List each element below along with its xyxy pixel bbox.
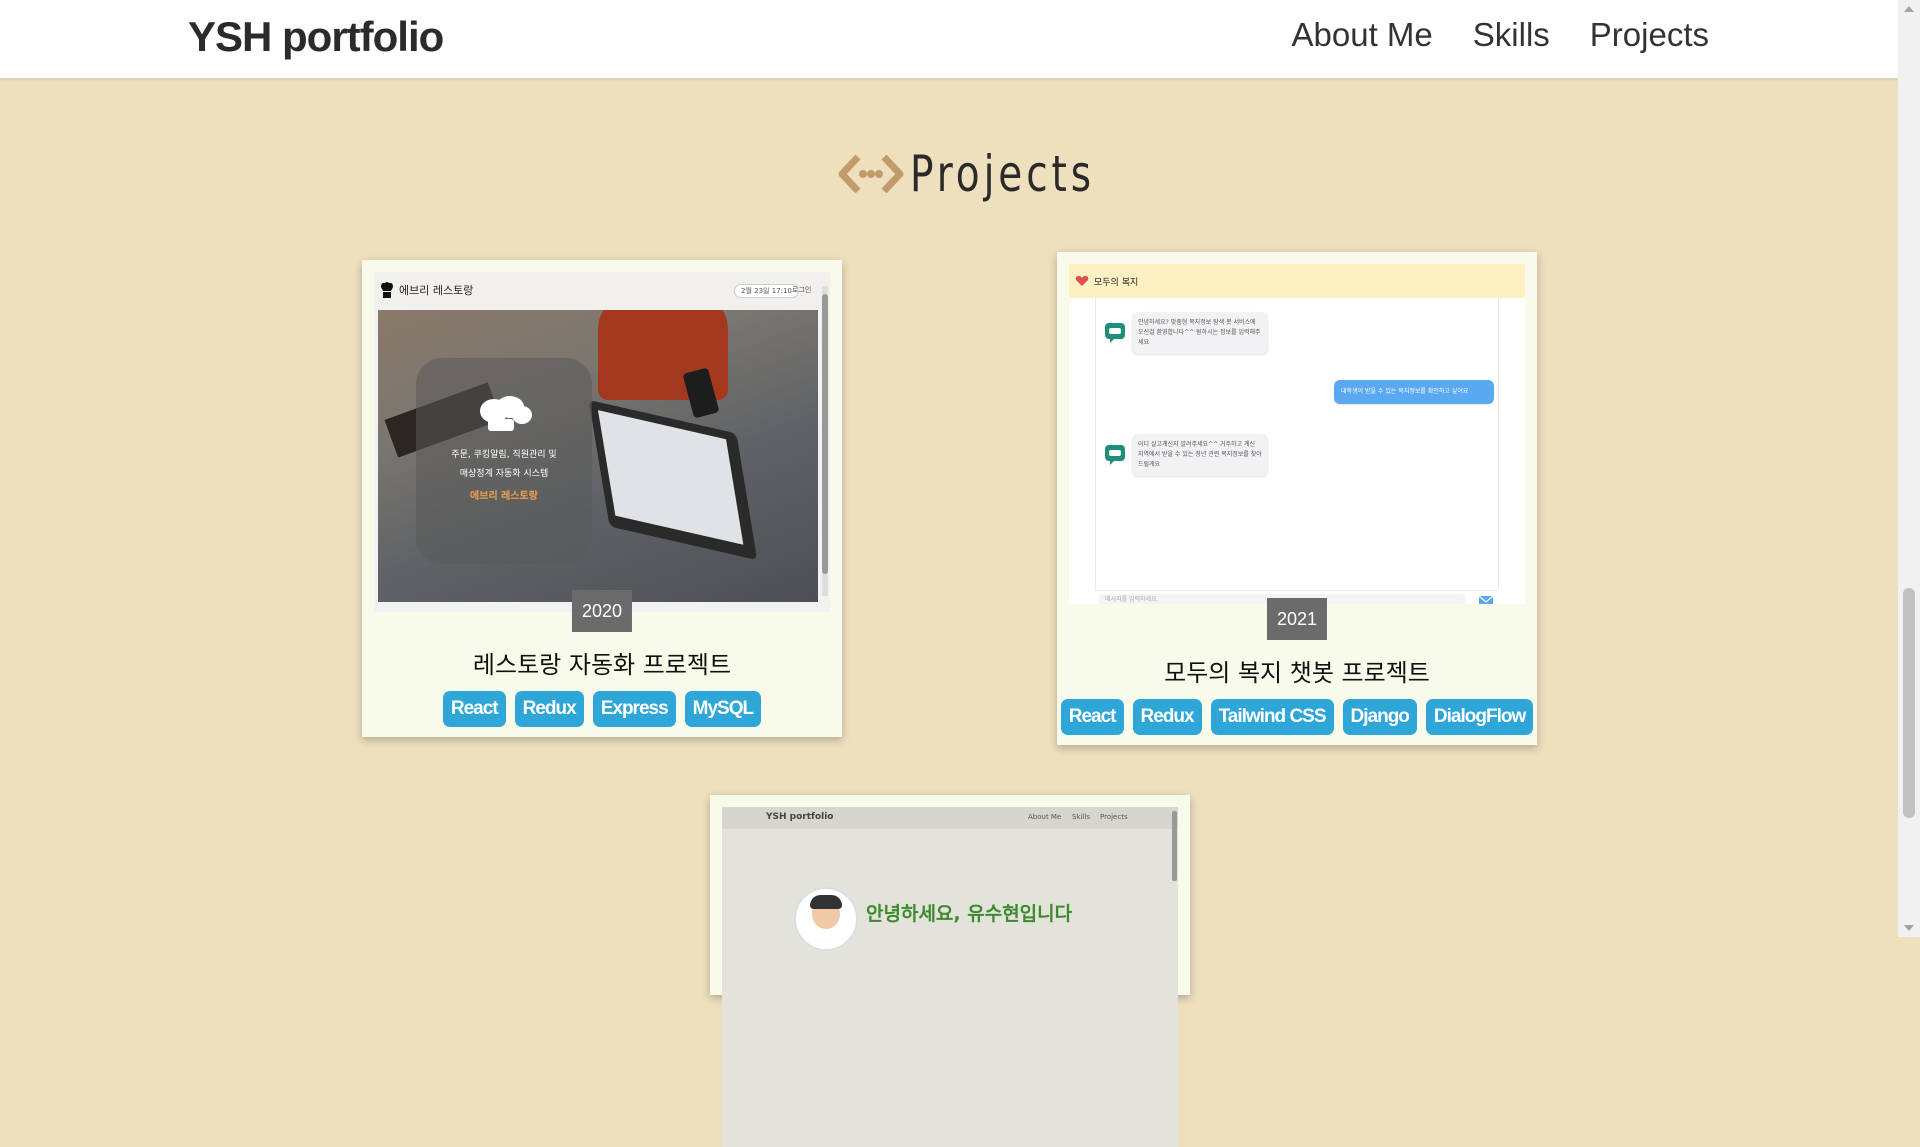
tech-tag: Express [592,691,676,727]
tech-tag: Django [1342,699,1417,735]
project-card-portfolio[interactable]: YSH portfolio About Me Skills Projects 안… [710,795,1190,1147]
mini-nav-skills: Skills [1072,813,1090,821]
chatbot-avatar-icon [1105,323,1125,343]
mini-scrollbar [1172,811,1177,881]
date-chip: 2월 23일 17:10 [734,284,799,298]
nav-projects[interactable]: Projects [1590,16,1709,54]
project-year: 2020 [571,590,633,632]
bot-message: 어디 살고계신지 알려주세요^^ 거주하고 계신 지역에서 받을 수 있는 청년… [1132,434,1268,476]
overlay-panel: 주문, 쿠킹알림, 직원관리 및 매상정계 자동화 시스템 에브리 레스토랑 [416,358,592,564]
project-screenshot: 에브리 레스토랑 2월 23일 17:10 로그인 주문, 쿠킹알림, 직원관리… [374,272,830,612]
mini-greeting: 안녕하세요, 유수현입니다 [866,903,1073,925]
tech-tag: Redux [1132,699,1202,735]
project-screenshot: 모두의 복지 안녕하세요? 맞춤형 복지정보 탐색 봇 서비스에 오신걸 환영합… [1069,264,1525,604]
overlay-brand: 에브리 레스토랑 [470,491,538,502]
mini-nav-about: About Me [1028,813,1062,821]
send-mail-icon [1479,596,1493,604]
tablet-device [588,399,758,561]
screenshot-header: 에브리 레스토랑 2월 23일 17:10 로그인 [374,272,830,310]
chat-app-name: 모두의 복지 [1094,278,1139,288]
tech-tag: React [1060,699,1124,735]
bot-message: 안녕하세요? 맞춤형 복지정보 탐색 봇 서비스에 오신걸 환영합니다^^ 원하… [1132,312,1268,354]
tech-tag: Redux [514,691,584,727]
chef-hat-icon [381,282,393,298]
app-name: 에브리 레스토랑 [399,284,474,297]
project-title: 레스토랑 자동화 프로젝트 [472,651,732,679]
tech-tag: DialogFlow [1425,699,1534,735]
scroll-thumb[interactable] [1903,588,1915,818]
section-title: Projects [836,145,1147,203]
overlay-line-1: 주문, 쿠킹알림, 직원관리 및 [451,450,557,460]
user-message: 대학생이 받을 수 있는 복지정보를 확인하고 싶어요 [1334,380,1494,404]
mini-navbar: YSH portfolio About Me Skills Projects [722,807,1178,829]
nav-links: About Me Skills Projects [1292,16,1709,54]
nav-about-me[interactable]: About Me [1292,16,1433,54]
avatar [794,887,858,951]
mini-nav-projects: Projects [1100,813,1128,821]
overlay-line-2: 매상정계 자동화 시스템 [459,469,549,479]
screenshot-scrollbar [822,286,828,596]
navbar: YSH portfolio About Me Skills Projects [0,0,1898,79]
chef-hat-logo-icon [480,396,532,431]
brand-logo[interactable]: YSH portfolio [188,13,444,61]
scroll-down-arrow[interactable] [1904,925,1914,931]
tech-tag: MySQL [684,691,762,727]
project-title: 모두의 복지 챗봇 프로젝트 [1164,659,1430,687]
project-card-restaurant[interactable]: 에브리 레스토랑 2월 23일 17:10 로그인 주문, 쿠킹알림, 직원관리… [362,260,842,737]
page-scrollbar[interactable] [1898,0,1920,937]
tech-tags: React Redux Tailwind CSS Django DialogFl… [1057,699,1537,735]
section-title-text: Projects [910,145,1095,203]
code-arrows-icon [838,154,904,194]
project-card-chatbot[interactable]: 모두의 복지 안녕하세요? 맞춤형 복지정보 탐색 봇 서비스에 오신걸 환영합… [1057,252,1537,745]
chatbot-avatar-icon [1105,445,1125,465]
chat-header: 모두의 복지 [1069,264,1525,298]
restaurant-photo: 주문, 쿠킹알림, 직원관리 및 매상정계 자동화 시스템 에브리 레스토랑 [378,310,818,602]
project-year: 2021 [1266,598,1328,640]
tech-tag: Tailwind CSS [1210,699,1334,735]
tech-tag: React [442,691,506,727]
nav-skills[interactable]: Skills [1473,16,1550,54]
project-screenshot: YSH portfolio About Me Skills Projects 안… [722,807,1178,1147]
chat-area: 안녕하세요? 맞춤형 복지정보 탐색 봇 서비스에 오신걸 환영합니다^^ 원하… [1095,298,1499,590]
mini-brand: YSH portfolio [766,812,834,822]
heart-icon [1075,276,1089,286]
login-link: 로그인 [792,286,812,294]
scroll-up-arrow[interactable] [1904,6,1914,12]
tech-tags: React Redux Express MySQL [362,691,842,727]
